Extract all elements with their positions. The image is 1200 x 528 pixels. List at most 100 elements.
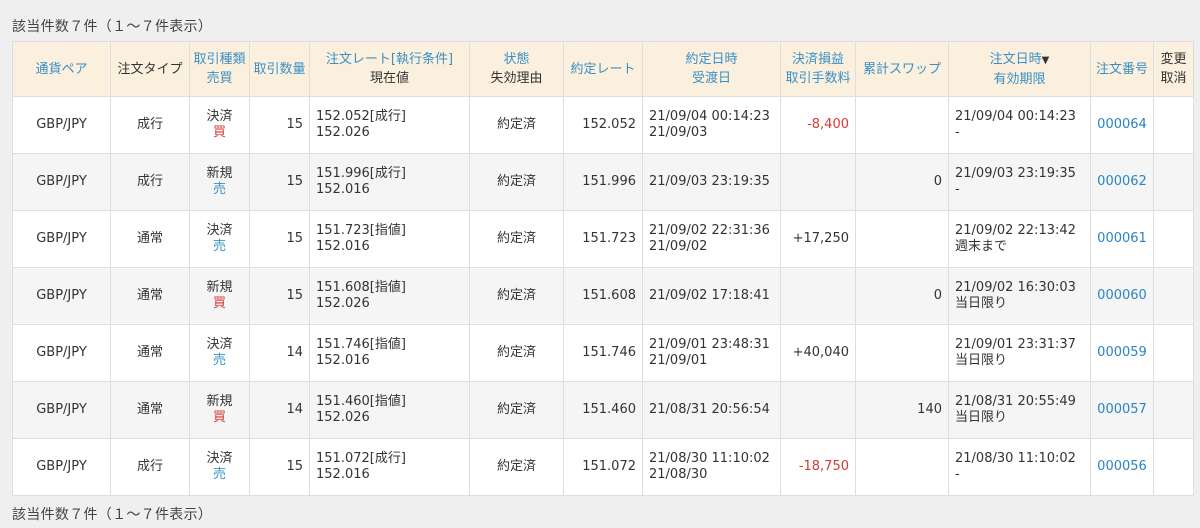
result-count-bottom: 該当件数７件（１～７件表示） — [12, 507, 213, 523]
trade-kind-text: 決済 — [206, 451, 233, 466]
col-header-order-date[interactable]: 注文日時▼ 有効期限 — [948, 41, 1091, 97]
col-header-trade-kind-label[interactable]: 取引種類 — [193, 52, 245, 67]
order-type-text: 通常 — [136, 231, 163, 246]
order-rate-text: 151.072[成行] — [316, 451, 406, 466]
order-time-text: 21/08/31 20:55:49 — [955, 394, 1076, 409]
order-number-link[interactable]: 000062 — [1097, 174, 1147, 189]
order-rate-text: 151.996[成行] — [316, 166, 406, 181]
col-header-exec-rate-label[interactable]: 約定レート — [570, 62, 635, 77]
col-header-change-cancel: 変更 取消 — [1153, 41, 1194, 97]
cell-swap — [855, 324, 949, 382]
cell-pl — [780, 153, 856, 211]
order-time-text: 21/08/30 11:10:02 — [955, 451, 1076, 466]
col-header-pl[interactable]: 決済損益 取引手数料 — [780, 41, 856, 97]
sort-desc-icon: ▼ — [1041, 54, 1050, 66]
col-header-swap[interactable]: 累計スワップ — [855, 41, 949, 97]
swap-text: 0 — [933, 288, 942, 303]
order-number-link[interactable]: 000060 — [1097, 288, 1147, 303]
swap-text: 0 — [933, 174, 942, 189]
exec-time-text: 21/08/30 11:10:02 — [649, 451, 770, 466]
order-time-text: 21/09/02 16:30:03 — [955, 280, 1076, 295]
expiry-text: 当日限り — [955, 353, 1008, 368]
table-header-row: 通貨ペア 注文タイプ 取引種類売買 取引数量 注文レート[執行条件] 現在値 状態… — [12, 41, 1194, 97]
order-number-link[interactable]: 000059 — [1097, 345, 1147, 360]
col-header-exec-rate[interactable]: 約定レート — [563, 41, 643, 97]
qty-text: 15 — [286, 174, 303, 189]
current-rate-text: 152.026 — [316, 410, 370, 425]
cell-pair: GBP/JPY — [12, 210, 111, 268]
pair-text: GBP/JPY — [36, 117, 87, 132]
cell-exec-date: 21/08/31 20:56:54 — [642, 381, 781, 439]
cell-order-rate: 151.746[指値] 152.016 — [309, 324, 470, 382]
cell-qty: 14 — [249, 324, 310, 382]
exec-time-text: 21/09/02 22:31:36 — [649, 223, 770, 238]
col-header-pl-label[interactable]: 決済損益 — [792, 52, 844, 67]
pair-text: GBP/JPY — [36, 174, 87, 189]
cell-qty: 14 — [249, 381, 310, 439]
current-rate-text: 152.026 — [316, 125, 370, 140]
col-header-current-label: 現在値 — [369, 71, 409, 86]
cell-trade-kind: 決済買 — [189, 96, 250, 154]
current-rate-text: 152.026 — [316, 296, 370, 311]
trade-kind-text: 決済 — [206, 337, 233, 352]
col-header-qty-label[interactable]: 取引数量 — [253, 62, 305, 77]
order-number-link[interactable]: 000056 — [1097, 459, 1147, 474]
exec-time-text: 21/09/04 00:14:23 — [649, 109, 770, 124]
order-time-text: 21/09/02 22:13:42 — [955, 223, 1076, 238]
qty-text: 15 — [286, 288, 303, 303]
cell-swap — [855, 96, 949, 154]
col-header-qty[interactable]: 取引数量 — [249, 41, 310, 97]
cell-pair: GBP/JPY — [12, 381, 111, 439]
col-header-status-label[interactable]: 状態 — [503, 52, 529, 67]
col-header-side-label[interactable]: 売買 — [206, 71, 232, 86]
status-text: 約定済 — [496, 345, 536, 360]
col-header-pair-label[interactable]: 通貨ペア — [35, 62, 87, 77]
trade-kind-text: 新規 — [206, 280, 233, 295]
col-header-valid-until-label[interactable]: 有効期限 — [993, 72, 1045, 87]
cell-order-date: 21/08/31 20:55:49 当日限り — [948, 381, 1091, 439]
current-rate-text: 152.016 — [316, 182, 370, 197]
side-text: 買 — [212, 296, 226, 311]
col-header-order-no-label[interactable]: 注文番号 — [1096, 62, 1148, 77]
col-header-exec-date[interactable]: 約定日時 受渡日 — [642, 41, 781, 97]
side-text: 買 — [212, 125, 226, 140]
col-header-exec-date-label[interactable]: 約定日時 — [685, 52, 737, 67]
col-header-pair[interactable]: 通貨ペア — [12, 41, 111, 97]
side-text: 売 — [212, 353, 226, 368]
cell-order-date: 21/09/04 00:14:23- — [948, 96, 1091, 154]
cell-qty: 15 — [249, 267, 310, 325]
cell-exec-date: 21/09/03 23:19:35 — [642, 153, 781, 211]
current-rate-text: 152.016 — [316, 467, 370, 482]
col-header-fee-label[interactable]: 取引手数料 — [785, 71, 850, 86]
col-header-order-rate-label[interactable]: 注文レート[執行条件] — [326, 52, 453, 67]
col-header-order-type-label: 注文タイプ — [117, 61, 183, 77]
order-number-link[interactable]: 000064 — [1097, 117, 1147, 132]
cell-pl — [780, 267, 856, 325]
order-number-link[interactable]: 000061 — [1097, 231, 1147, 246]
cell-exec-date: 21/09/04 00:14:23 21/09/03 — [642, 96, 781, 154]
cell-pl: +40,040 — [780, 324, 856, 382]
qty-text: 15 — [286, 231, 303, 246]
cell-change-cancel — [1153, 324, 1194, 382]
qty-text: 15 — [286, 117, 303, 132]
col-header-settle-date-label[interactable]: 受渡日 — [692, 71, 731, 86]
status-text: 約定済 — [496, 174, 536, 189]
cell-exec-date: 21/09/02 17:18:41 — [642, 267, 781, 325]
status-text: 約定済 — [496, 117, 536, 132]
col-header-status[interactable]: 状態 失効理由 — [469, 41, 564, 97]
col-header-order-no[interactable]: 注文番号 — [1090, 41, 1154, 97]
qty-text: 15 — [286, 459, 303, 474]
pl-text: +40,040 — [792, 345, 849, 360]
col-header-swap-label[interactable]: 累計スワップ — [863, 62, 941, 77]
col-header-trade-kind[interactable]: 取引種類 売買 — [189, 41, 250, 97]
cell-change-cancel — [1153, 438, 1194, 496]
col-header-order-date-label[interactable]: 注文日時 — [990, 52, 1042, 67]
col-header-cancel-label: 取消 — [1160, 71, 1187, 86]
col-header-order-rate[interactable]: 注文レート[執行条件] 現在値 — [309, 41, 470, 97]
cell-swap: 0 — [855, 153, 949, 211]
order-rate-text: 151.723[指値] — [316, 223, 406, 238]
exec-rate-text: 151.996 — [582, 174, 636, 189]
exec-time-text: 21/09/02 17:18:41 — [649, 288, 770, 303]
cell-order-no: 000064 — [1090, 96, 1154, 154]
order-number-link[interactable]: 000057 — [1097, 402, 1147, 417]
